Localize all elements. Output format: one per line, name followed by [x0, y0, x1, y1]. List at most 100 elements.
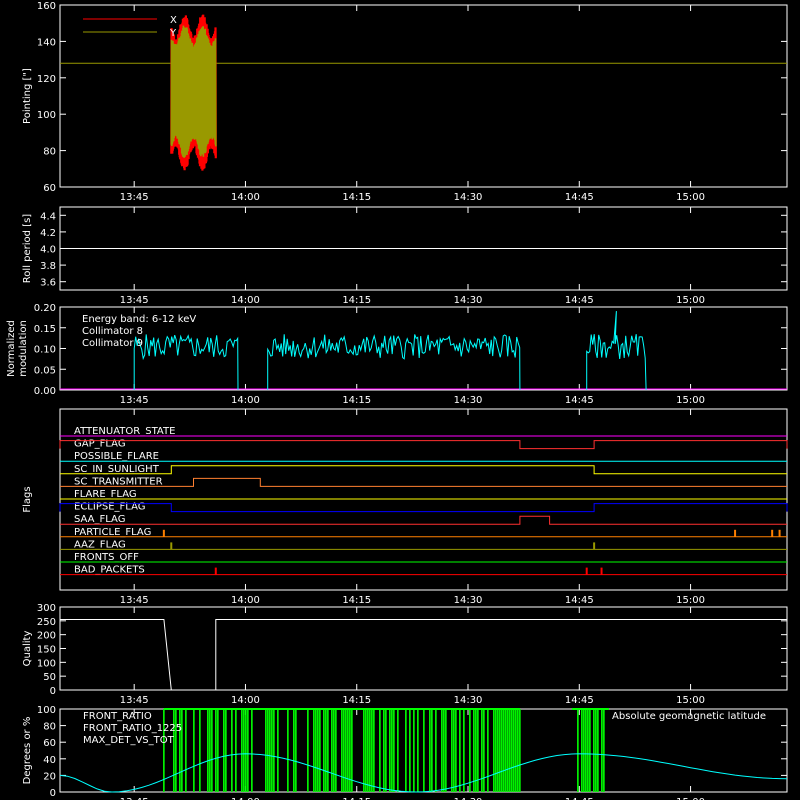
y-tick-label: 80: [43, 147, 56, 158]
x-tick-label: 14:00: [231, 295, 260, 306]
panel-2: 13:45 14:00 14:15 14:30 14:45 15:00 3.6 3.8 4.0 4…: [22, 206, 788, 306]
y-tick-label: 120: [37, 74, 56, 85]
x-tick-label: 13:45: [120, 695, 149, 706]
x-tick-label: 14:15: [342, 295, 371, 306]
y-tick-label: 0: [50, 686, 56, 697]
x-tick-label: 14:30: [454, 395, 483, 406]
y-tick-label: 0.10: [34, 345, 56, 356]
x-tick-label: 13:45: [120, 192, 149, 203]
x-tick-label: 15:00: [676, 595, 705, 606]
y-tick-label: 0: [50, 788, 56, 799]
flag-trace: [59, 440, 788, 450]
collimator-8-segment: [267, 334, 521, 391]
collimator-8-segment: [586, 311, 647, 391]
y-axis-label: Normalized: [6, 320, 17, 377]
panel-5: 13:45 14:00 14:15 14:30 14:45 15:00 0 50 100 150 2…: [22, 603, 788, 706]
panel-6: 13:4514:0014:1514:3014:4515:000204060801…: [22, 705, 788, 800]
y-tick-label: 150: [37, 645, 56, 656]
x-tick-label: 14:45: [565, 695, 594, 706]
y-tick-label: 100: [37, 705, 56, 716]
y-axis-label: Roll period [s]: [22, 214, 33, 283]
y-tick-label: 100: [37, 658, 56, 669]
x-tick-label: 14:00: [231, 192, 260, 203]
x-tick-label: 13:45: [120, 395, 149, 406]
x-tick-label: 14:30: [454, 295, 483, 306]
legend-label: Collimator 8: [82, 326, 143, 337]
x-tick-label: 15:00: [676, 295, 705, 306]
y-tick-label: 80: [43, 722, 56, 733]
x-tick-label: 13:45: [120, 595, 149, 606]
legend-label: FRONT_RATIO: [83, 711, 152, 722]
flag-label: PARTICLE_FLAG: [74, 527, 151, 538]
x-tick-label: 14:30: [454, 192, 483, 203]
y-tick-label: 0.05: [34, 365, 56, 376]
y-tick-label: 4.4: [40, 211, 56, 222]
x-tick-label: 15:00: [676, 695, 705, 706]
legend-label-right: Absolute geomagnetic latitude: [612, 711, 766, 722]
x-tick-label: 14:15: [342, 192, 371, 203]
y-axis-label: Flags: [22, 486, 33, 512]
legend-label: Collimator 9: [82, 338, 143, 349]
y-tick-label: 60: [43, 738, 56, 749]
figure: 13:45 14:00 14:15 14:30 14:45 15:00 60 80 100 120…: [6, 1, 788, 800]
flag-label: SC_TRANSMITTER: [74, 476, 163, 487]
x-tick-label: 14:45: [565, 395, 594, 406]
panel-1: 13:45 14:00 14:15 14:30 14:45 15:00 60 80 100 120…: [22, 1, 788, 203]
flag-label: FLARE_FLAG: [74, 489, 137, 500]
quality-line: [60, 619, 787, 691]
flag-label: ATTENUATOR_STATE: [74, 426, 175, 437]
y-tick-label: 50: [43, 672, 56, 683]
flag-trace: [60, 515, 787, 525]
flag-label: SC_IN_SUNLIGHT: [74, 464, 160, 475]
x-tick-label: 13:45: [120, 295, 149, 306]
x-tick-label: 14:30: [454, 695, 483, 706]
x-tick-label: 14:30: [454, 595, 483, 606]
panel-3: 13:45 14:00 14:15 14:30 14:45 15:00 0.00 0.05 0.…: [6, 303, 788, 406]
flag-label: BAD_PACKETS: [74, 565, 145, 576]
y-tick-label: 3.6: [40, 278, 56, 289]
collimator-8-segment: [133, 334, 239, 391]
legend-label: FRONT_RATIO_1225: [83, 723, 182, 734]
legend-label: X: [170, 15, 177, 26]
x-tick-label: 15:00: [676, 192, 705, 203]
x-tick-label: 14:45: [565, 595, 594, 606]
x-tick-label: 14:15: [342, 595, 371, 606]
x-tick-label: 14:15: [342, 695, 371, 706]
x-tick-label: 14:00: [231, 695, 260, 706]
x-tick-label: 14:00: [231, 395, 260, 406]
legend-label: Y: [169, 28, 177, 39]
y-tick-label: 40: [43, 755, 56, 766]
flag-label: FRONTS_OFF: [74, 552, 139, 563]
y-tick-label: 0.15: [34, 324, 56, 335]
x-tick-label: 15:00: [676, 395, 705, 406]
y-tick-label: 0.20: [34, 303, 56, 314]
flag-label: SAA_FLAG: [74, 514, 125, 525]
panel-4: 13:45 14:00 14:15 14:30 14:45 15:00 Flags ATTEN…: [22, 408, 788, 606]
flag-trace: [60, 465, 787, 475]
y-tick-label: 140: [37, 37, 56, 48]
y-tick-label: 100: [37, 110, 56, 121]
legend-title: Energy band: 6-12 keV: [82, 314, 196, 325]
x-tick-label: 14:45: [565, 295, 594, 306]
y-axis-label: modulation: [18, 320, 29, 377]
y-tick-label: 160: [37, 1, 56, 12]
y-axis-label: Degrees or %: [22, 717, 33, 785]
flag-trace: [60, 477, 787, 487]
y-axis-label: Pointing ["]: [22, 68, 33, 124]
flag-label: POSSIBLE_FLARE: [74, 451, 159, 462]
y-tick-label: 60: [43, 183, 56, 194]
y-tick-label: 4.2: [40, 228, 56, 239]
y-tick-label: 300: [37, 603, 56, 614]
y-axis-label: Quality: [22, 631, 33, 667]
x-tick-label: 14:00: [231, 595, 260, 606]
flag-label: AAZ_FLAG: [74, 539, 126, 550]
flag-trace: [59, 503, 788, 513]
x-tick-label: 14:45: [565, 192, 594, 203]
y-tick-label: 4.0: [40, 245, 56, 256]
y-tick-label: 0.00: [34, 386, 56, 397]
y-tick-label: 20: [43, 771, 56, 782]
x-tick-label: 14:15: [342, 395, 371, 406]
y-tick-label: 200: [37, 631, 56, 642]
legend-label: MAX_DET_VS_TOT: [83, 735, 175, 746]
y-tick-label: 3.8: [40, 261, 56, 272]
